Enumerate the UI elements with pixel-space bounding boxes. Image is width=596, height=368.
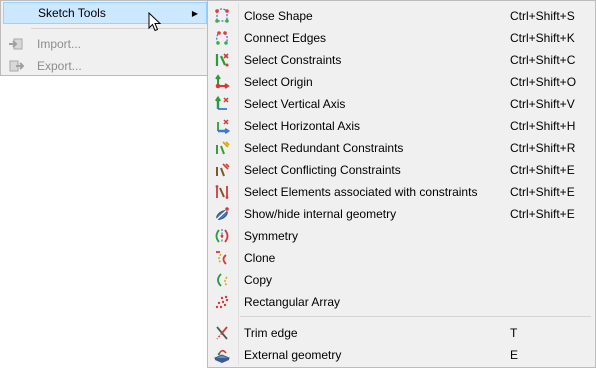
menu-item-label: Select Origin [244, 75, 313, 89]
menu-item-show-hide-internal-geometry[interactable]: Show/hide internal geometry Ctrl+Shift+E [210, 203, 593, 225]
submenu-arrow-icon: ▶ [191, 8, 198, 18]
menu-item-select-redundant-constraints[interactable]: Select Redundant Constraints Ctrl+Shift+… [210, 137, 593, 159]
menu-item-label: Select Conflicting Constraints [244, 163, 401, 177]
symmetry-icon [215, 229, 229, 243]
trim-edge-icon [216, 326, 228, 340]
menu-item-select-elements-associated[interactable]: Select Elements associated with constrai… [210, 181, 593, 203]
menu-item-import[interactable]: Import... [3, 33, 207, 55]
select-elements-associated-icon [215, 185, 229, 199]
shortcut-label: Ctrl+Shift+S [510, 9, 575, 23]
menu-item-select-origin[interactable]: Select Origin Ctrl+Shift+O [210, 71, 593, 93]
shortcut-label: Ctrl+Shift+V [510, 97, 575, 111]
copy-icon [217, 273, 228, 287]
menu-item-label: Import... [37, 37, 82, 51]
menu-item-select-horizontal-axis[interactable]: Select Horizontal Axis Ctrl+Shift+H [210, 115, 593, 137]
menu-item-select-constraints[interactable]: Select Constraints Ctrl+Shift+C [210, 49, 593, 71]
shortcut-label: Ctrl+Shift+E [510, 163, 575, 177]
close-shape-icon [215, 8, 229, 23]
shortcut-label: Ctrl+Shift+E [510, 185, 575, 199]
menu-item-select-conflicting-constraints[interactable]: Select Conflicting Constraints Ctrl+Shif… [210, 159, 593, 181]
menu-item-label: Rectangular Array [244, 295, 341, 309]
external-geometry-icon [214, 349, 230, 363]
shortcut-label: Ctrl+Shift+C [510, 53, 576, 67]
menu-item-label: External geometry [244, 348, 342, 362]
menu-item-select-vertical-axis[interactable]: Select Vertical Axis Ctrl+Shift+V [210, 93, 593, 115]
menu-separator [240, 316, 591, 317]
shortcut-label: Ctrl+Shift+K [510, 31, 575, 45]
select-constraints-icon [215, 53, 229, 67]
connect-edges-icon [216, 31, 228, 45]
menu-item-label: Clone [244, 251, 276, 265]
menu-item-label: Show/hide internal geometry [244, 207, 397, 221]
mouse-cursor-icon [148, 12, 162, 32]
import-icon [9, 38, 23, 50]
menu-item-connect-edges[interactable]: Connect Edges Ctrl+Shift+K [210, 27, 593, 49]
menu-item-label: Symmetry [244, 229, 298, 243]
context-menu: Sketch Tools ▶ Import... Export... [0, 0, 209, 76]
menu-item-copy[interactable]: Copy [210, 269, 593, 291]
menu-item-label: Select Vertical Axis [244, 97, 346, 111]
shortcut-label: Ctrl+Shift+R [510, 141, 576, 155]
menu-item-sketch-tools[interactable]: Sketch Tools ▶ [3, 2, 207, 24]
menu-item-label: Select Constraints [244, 53, 342, 67]
select-conflicting-constraints-icon [216, 163, 230, 177]
shortcut-label: Ctrl+Shift+H [510, 119, 576, 133]
menu-item-label: Select Redundant Constraints [244, 141, 404, 155]
menu-item-export[interactable]: Export... [3, 55, 207, 77]
menu-separator [31, 28, 205, 29]
menu-item-label: Select Elements associated with constrai… [244, 185, 478, 199]
select-vertical-axis-icon [215, 96, 229, 110]
menu-item-close-shape[interactable]: Close Shape Ctrl+Shift+S [210, 5, 593, 27]
menu-item-symmetry[interactable]: Symmetry [210, 225, 593, 247]
menu-item-label: Connect Edges [244, 31, 327, 45]
export-icon [9, 60, 24, 72]
menu-item-label: Copy [244, 273, 273, 287]
menu-item-label: Trim edge [244, 326, 298, 340]
clone-icon [216, 251, 227, 265]
menu-item-label: Close Shape [244, 9, 313, 23]
select-origin-icon [215, 74, 230, 89]
select-horizontal-axis-icon [217, 119, 230, 134]
shortcut-label: Ctrl+Shift+O [510, 75, 577, 89]
select-redundant-constraints-icon [216, 141, 230, 155]
menu-item-label: Select Horizontal Axis [244, 119, 361, 133]
menu-item-label: Export... [37, 59, 82, 73]
shortcut-label: E [510, 348, 519, 362]
menu-item-clone[interactable]: Clone [210, 247, 593, 269]
shortcut-label: T [510, 326, 518, 340]
show-hide-internal-geometry-icon [215, 207, 229, 221]
shortcut-label: Ctrl+Shift+E [510, 207, 575, 221]
menu-item-trim-edge[interactable]: Trim edge T [210, 322, 593, 344]
rectangular-array-icon [215, 295, 229, 309]
menu-item-external-geometry[interactable]: External geometry E [210, 344, 593, 366]
menu-item-rectangular-array[interactable]: Rectangular Array [210, 291, 593, 313]
sketch-tools-submenu: Close Shape Ctrl+Shift+S Connect Edges C… [207, 0, 596, 368]
menu-item-label: Sketch Tools [38, 6, 106, 20]
